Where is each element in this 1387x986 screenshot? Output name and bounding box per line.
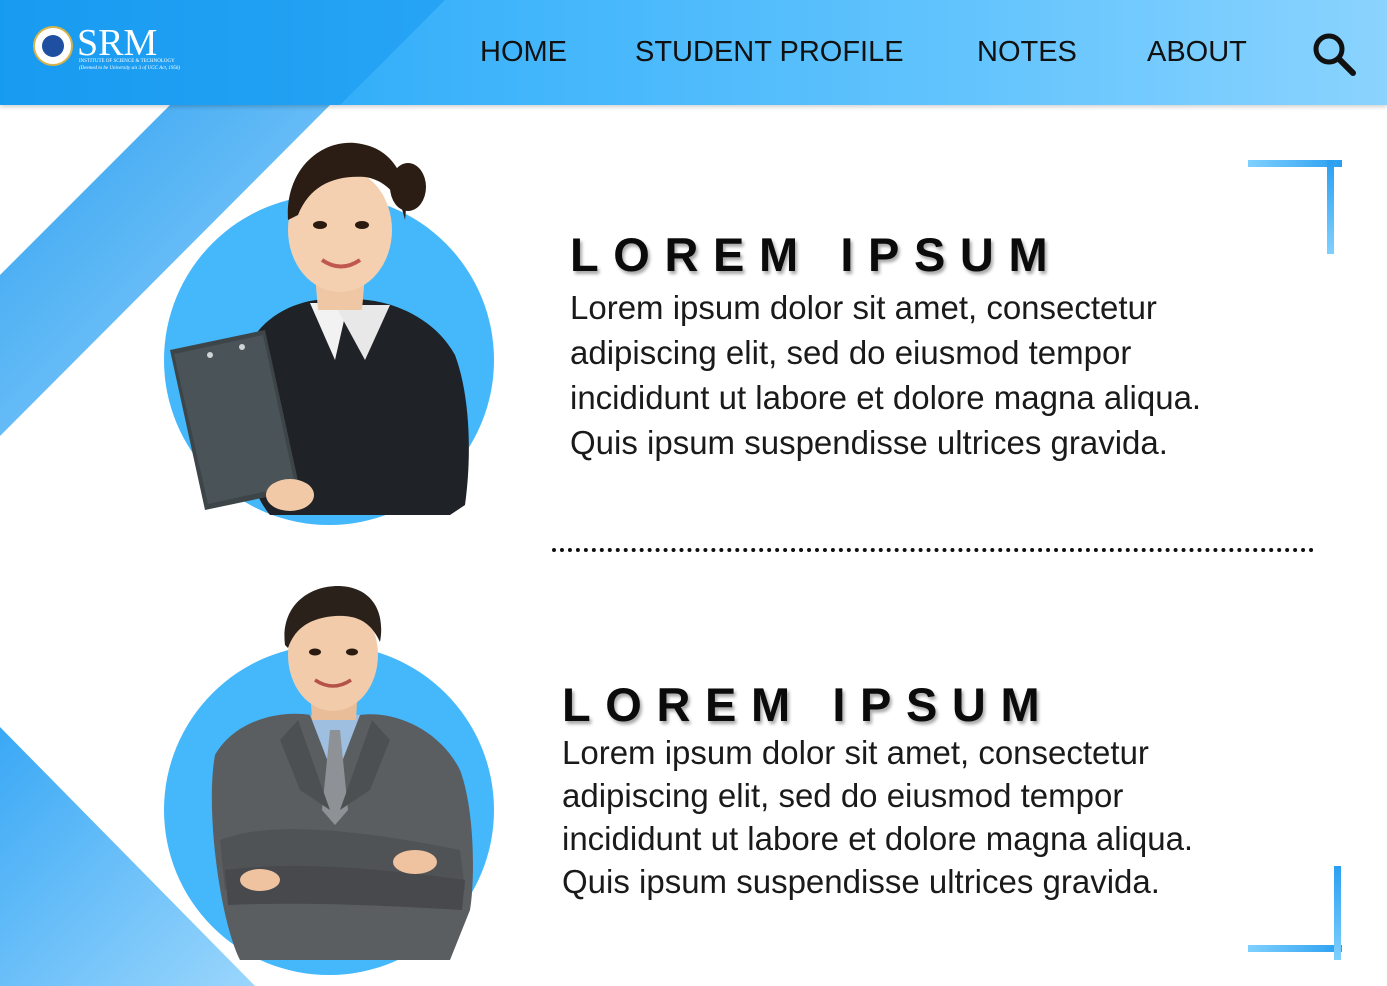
section-divider xyxy=(552,548,1314,552)
srm-logo[interactable]: SRM INSTITUTE OF SCIENCE & TECHNOLOGY (D… xyxy=(33,24,183,76)
corner-bracket-top-right xyxy=(1248,160,1342,254)
profile-description-line: adipiscing elit, sed do eiusmod tempor xyxy=(570,334,1132,371)
profile-description-2: Lorem ipsum dolor sit amet, consectetur … xyxy=(562,731,1282,903)
woman-with-clipboard-photo xyxy=(170,142,469,515)
profile-description-line: Quis ipsum suspendisse ultrices gravida. xyxy=(562,863,1160,900)
profile-description-line: Lorem ipsum dolor sit amet, consectetur xyxy=(562,734,1149,771)
university-seal-icon xyxy=(33,26,73,66)
nav-notes[interactable]: NOTES xyxy=(977,36,1077,68)
profile-description-1: Lorem ipsum dolor sit amet, consectetur … xyxy=(570,285,1290,465)
logo-subtitle: INSTITUTE OF SCIENCE & TECHNOLOGY xyxy=(79,59,175,64)
profile-description-line: Lorem ipsum dolor sit amet, consectetur xyxy=(570,289,1157,326)
profile-description-line: Quis ipsum suspendisse ultrices gravida. xyxy=(570,424,1168,461)
profile-description-line: incididunt ut labore et dolore magna ali… xyxy=(562,820,1194,857)
profile-description-line: incididunt ut labore et dolore magna ali… xyxy=(570,379,1202,416)
nav-about[interactable]: ABOUT xyxy=(1147,36,1247,68)
profile-description-line: adipiscing elit, sed do eiusmod tempor xyxy=(562,777,1124,814)
profile-title-1: LOREM IPSUM xyxy=(570,228,1063,281)
man-in-suit-photo xyxy=(211,585,473,960)
header-bar: SRM INSTITUTE OF SCIENCE & TECHNOLOGY (D… xyxy=(0,0,1387,105)
logo-name: SRM xyxy=(77,22,158,64)
search-icon[interactable] xyxy=(1310,30,1358,78)
page: SRM INSTITUTE OF SCIENCE & TECHNOLOGY (D… xyxy=(0,0,1387,986)
logo-tagline: (Deemed to be University u/s 3 of UGC Ac… xyxy=(79,66,180,71)
nav-home[interactable]: HOME xyxy=(480,36,567,68)
corner-bracket-bottom-right xyxy=(1248,866,1342,960)
nav-student-profile[interactable]: STUDENT PROFILE xyxy=(635,36,904,68)
profile-title-2: LOREM IPSUM xyxy=(562,678,1055,731)
